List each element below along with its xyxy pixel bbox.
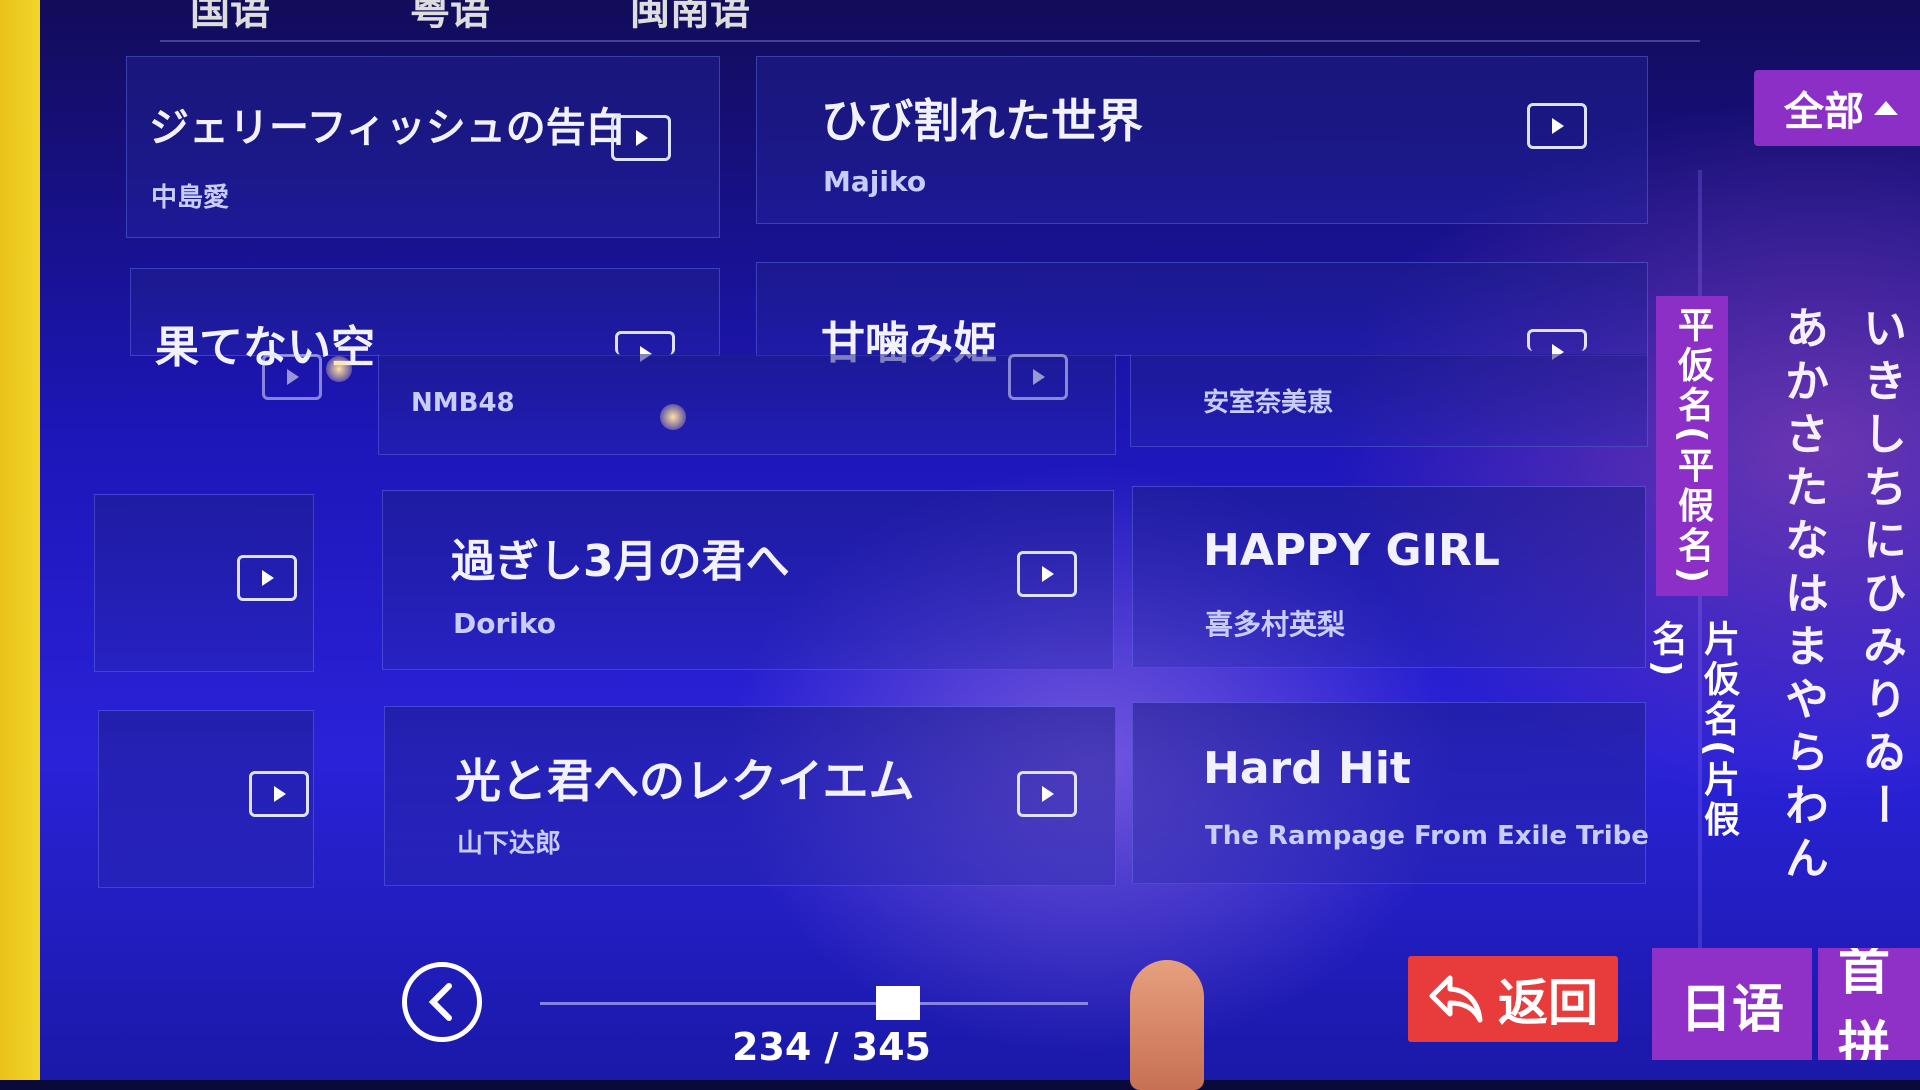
song-card[interactable]: ひび割れた世界 Majiko xyxy=(756,56,1648,224)
tab-minnan[interactable]: 闽南语 xyxy=(630,0,750,36)
play-video-icon[interactable] xyxy=(1527,329,1587,360)
page-counter: 234 / 345 xyxy=(732,1025,931,1069)
song-card[interactable]: 甘噛み姫 xyxy=(756,262,1648,369)
user-finger xyxy=(1130,960,1204,1090)
filter-all-button[interactable]: 全部 xyxy=(1754,70,1920,146)
song-artist: Majiko xyxy=(823,165,927,198)
song-card-offset[interactable] xyxy=(98,710,314,888)
song-card[interactable]: 過ぎし3月の君へ Doriko xyxy=(382,490,1114,670)
play-video-icon[interactable] xyxy=(1527,103,1587,149)
song-title: Hard Hit xyxy=(1203,743,1411,794)
song-card-lower[interactable]: NMB48 xyxy=(378,354,1116,455)
tab-pinyin-initial[interactable]: 首拼 xyxy=(1818,948,1920,1060)
kana-column-i[interactable]: いきしちにひみりゐー xyxy=(1848,305,1912,835)
tab-mandarin[interactable]: 国语 xyxy=(190,0,270,36)
back-button[interactable]: 返回 xyxy=(1408,956,1618,1042)
divider xyxy=(160,40,1700,42)
play-video-icon[interactable] xyxy=(615,331,675,362)
song-title: 光と君へのレクイエム xyxy=(455,754,915,808)
previous-page-button[interactable] xyxy=(402,962,482,1042)
page-slider-track[interactable] xyxy=(540,1002,1088,1005)
filter-label: 全部 xyxy=(1784,89,1864,135)
song-title: ひび割れた世界 xyxy=(821,94,1143,148)
song-artist: NMB48 xyxy=(411,388,515,418)
tab-hiragana[interactable]: 平仮名(平假名) xyxy=(1656,296,1728,596)
chevron-left-icon xyxy=(428,983,452,1021)
song-card[interactable]: 光と君へのレクイエム 山下达郎 xyxy=(384,706,1116,886)
page-slider-thumb[interactable] xyxy=(876,986,920,1020)
song-card[interactable]: HAPPY GIRL 喜多村英梨 xyxy=(1132,486,1646,668)
song-title: ジェリーフィッシュの告白 xyxy=(149,105,626,151)
play-video-icon[interactable] xyxy=(237,555,297,601)
play-video-icon[interactable] xyxy=(249,771,309,817)
tab-japanese[interactable]: 日语 xyxy=(1652,948,1812,1060)
song-artist: 安室奈美恵 xyxy=(1203,388,1334,418)
song-title: 過ぎし3月の君へ xyxy=(451,536,790,587)
light-reflection xyxy=(326,356,352,382)
return-arrow-icon xyxy=(1429,975,1483,1023)
caret-up-icon xyxy=(1874,101,1898,115)
play-video-icon[interactable] xyxy=(611,115,671,161)
song-card-offset[interactable] xyxy=(94,494,314,672)
tab-cantonese[interactable]: 粤语 xyxy=(410,0,490,36)
play-video-icon[interactable] xyxy=(1017,551,1077,597)
song-card-lower[interactable]: 安室奈美恵 xyxy=(1130,354,1648,447)
song-artist: 中島愛 xyxy=(151,183,230,213)
play-video-icon[interactable] xyxy=(1017,771,1077,817)
kana-column-a[interactable]: あかさたなはまやらわん xyxy=(1770,305,1834,888)
back-label: 返回 xyxy=(1498,974,1598,1032)
play-video-icon[interactable] xyxy=(1008,354,1068,400)
karaoke-screen: 国语 粤语 闽南语 ジェリーフィッシュの告白 中島愛 ひび割れた世界 Majik… xyxy=(40,0,1920,1090)
song-artist: 喜多村英梨 xyxy=(1205,608,1346,641)
song-artist: 山下达郎 xyxy=(457,829,562,859)
song-title: HAPPY GIRL xyxy=(1203,525,1500,576)
language-category-tabs: 国语 粤语 闽南语 xyxy=(190,0,750,36)
song-card[interactable]: 果てない空 xyxy=(130,268,720,373)
song-artist: The Rampage From Exile Tribe xyxy=(1205,821,1649,851)
song-card[interactable]: ジェリーフィッシュの告白 中島愛 xyxy=(126,56,720,238)
song-artist: Doriko xyxy=(453,607,556,640)
tab-katakana[interactable]: 片仮名(片假名) xyxy=(1646,620,1739,880)
light-reflection xyxy=(660,404,686,430)
play-video-icon[interactable] xyxy=(262,354,322,400)
song-card[interactable]: Hard Hit The Rampage From Exile Tribe xyxy=(1132,702,1649,884)
